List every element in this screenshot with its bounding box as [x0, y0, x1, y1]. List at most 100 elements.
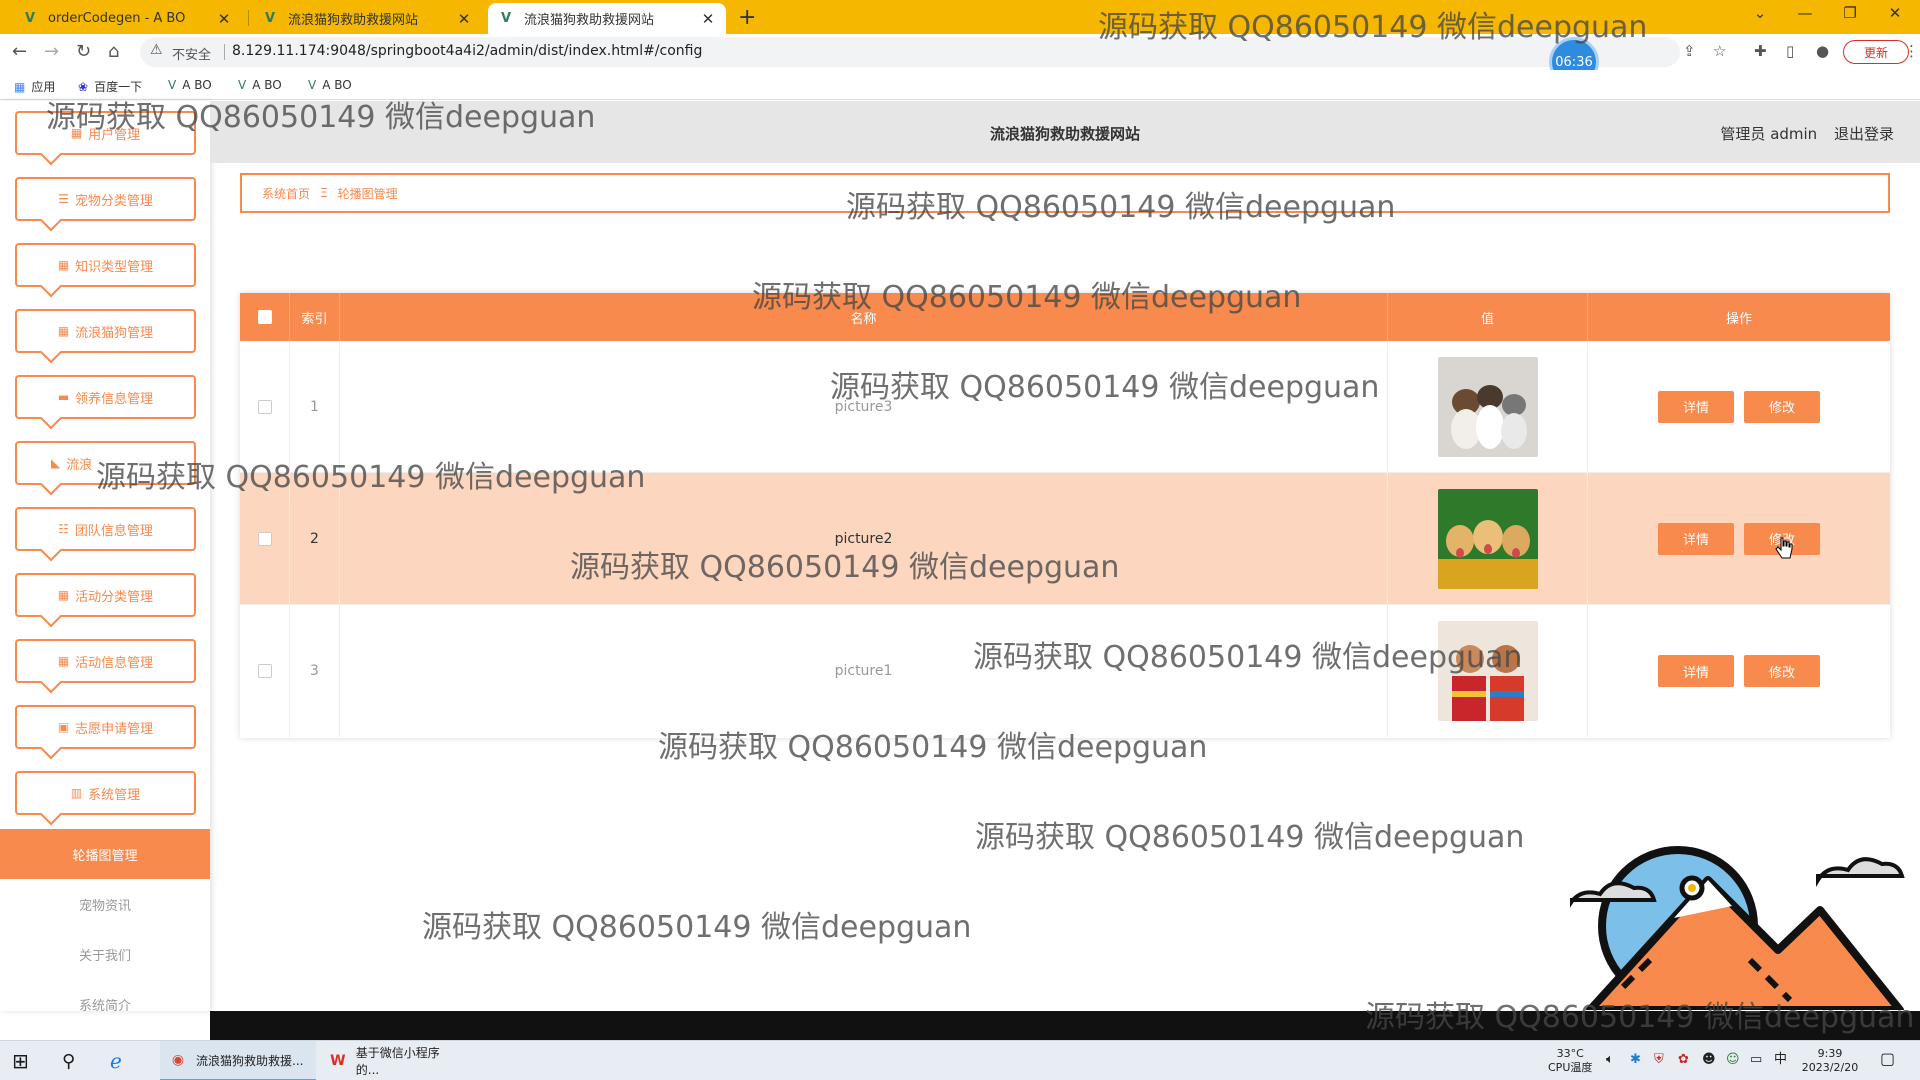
table-row: 1 picture3 详情 修改	[240, 341, 1890, 473]
wechat-icon[interactable]: ☺	[1726, 1053, 1740, 1067]
apps-grid-icon: ▦	[14, 79, 26, 94]
extensions-icon[interactable]: ✚	[1754, 42, 1767, 60]
cpu-temperature: 33°C CPU温度	[1548, 1047, 1592, 1075]
search-icon[interactable]: ⚲	[62, 1041, 75, 1080]
side-panel-icon[interactable]: ▯	[1786, 42, 1794, 60]
submenu-system-intro[interactable]: 系统简介	[0, 979, 210, 1029]
url-text[interactable]: 8.129.11.174:9048/springboot4a4i2/admin/…	[232, 43, 702, 59]
bookmark-baidu[interactable]: ❀ 百度一下	[78, 78, 142, 95]
reload-icon[interactable]: ↻	[76, 41, 91, 62]
menu-stray[interactable]: ◣ 流浪	[15, 441, 196, 485]
menu-pet-category[interactable]: ☰ 宠物分类管理	[15, 177, 196, 221]
network-icon[interactable]: ▭	[1750, 1053, 1762, 1067]
grid-icon: ▦	[57, 258, 70, 272]
bookmark-label: A BO	[182, 78, 212, 92]
edit-button[interactable]: 修改	[1744, 390, 1820, 423]
logout-link[interactable]: 退出登录	[1834, 125, 1894, 143]
security-shield-icon[interactable]: ⛨	[1654, 1053, 1664, 1067]
volume-icon[interactable]: 🔈︎	[1606, 1053, 1614, 1067]
new-tab-button[interactable]: +	[738, 5, 756, 30]
menu-activity-category[interactable]: ▦ 活动分类管理	[15, 573, 196, 617]
url-bar[interactable]: ⚠ 不安全 8.129.11.174:9048/springboot4a4i2/…	[140, 37, 1680, 67]
notification-icon[interactable]: ▢	[1880, 1051, 1895, 1067]
menu-system-management[interactable]: ▥ 系统管理	[15, 771, 196, 815]
close-icon[interactable]: ✕	[216, 10, 232, 28]
clock-date: 2023/2/20	[1801, 1061, 1859, 1074]
home-icon[interactable]: ⌂	[108, 41, 119, 62]
windows-start-icon[interactable]: ⊞	[12, 1041, 29, 1080]
breadcrumb-separator-icon: Ξ	[320, 186, 328, 200]
vue-logo-icon: V	[264, 11, 276, 26]
detail-label: 详情	[1682, 533, 1709, 548]
restore-button[interactable]: ❐	[1830, 4, 1870, 22]
submenu-about-us[interactable]: 关于我们	[0, 929, 210, 979]
submenu-carousel-management[interactable]: 轮播图管理	[0, 829, 210, 879]
close-icon[interactable]: ✕	[456, 10, 472, 28]
menu-user-management[interactable]: ▦ 用户管理	[15, 111, 196, 155]
taskbar-app-chrome[interactable]: ◉ 流浪猫狗救助救援...	[160, 1041, 316, 1080]
detail-button[interactable]: 详情	[1658, 522, 1734, 555]
select-all-checkbox[interactable]	[257, 310, 272, 324]
tab-search-icon[interactable]: ⌄	[1740, 4, 1780, 22]
submenu-label: 系统简介	[78, 998, 131, 1014]
taskbar-app-wps[interactable]: W 基于微信小程序的...	[320, 1041, 470, 1080]
carousel-table: 索引 名称 值 操作 1 picture3 详情 修改 2 picture2 详…	[240, 293, 1890, 738]
breadcrumb-home[interactable]: 系统首页	[262, 185, 310, 202]
forward-icon[interactable]: →	[44, 41, 59, 62]
breadcrumb: 系统首页 Ξ 轮播图管理	[240, 173, 1890, 213]
profile-icon[interactable]: ●	[1816, 42, 1829, 60]
bookmark-apps[interactable]: ▦ 应用	[14, 78, 55, 95]
browser-tab-active[interactable]: V 流浪猫狗救助救援网站 ✕	[488, 3, 726, 34]
bookmark-label: 应用	[31, 80, 56, 94]
sidebar: ▦ 用户管理 ☰ 宠物分类管理 ▦ 知识类型管理 ▦ 流浪猫狗管理 ▬ 领养信息管理 ◣ 流…	[0, 101, 210, 1014]
bluetooth-icon[interactable]: ✱	[1630, 1053, 1641, 1067]
tray-app-icon[interactable]: ✿	[1678, 1053, 1689, 1067]
share-icon[interactable]: ⇪	[1683, 42, 1696, 60]
menu-team-info[interactable]: ☷ 团队信息管理	[15, 507, 196, 551]
row-checkbox[interactable]	[257, 664, 272, 678]
watermark-text: 源码获取 QQ86050149 微信deepguan	[422, 910, 972, 945]
internet-explorer-icon[interactable]: ℯ	[110, 1041, 122, 1080]
row-name: picture1	[340, 605, 1388, 737]
warning-icon: ⚠	[150, 42, 163, 58]
edit-label: 修改	[1768, 665, 1795, 681]
taskbar-clock[interactable]: 9:39 2023/2/20	[1798, 1047, 1862, 1075]
bookmark-star-icon[interactable]: ☆	[1713, 42, 1726, 60]
menu-stray-animals[interactable]: ▦ 流浪猫狗管理	[15, 309, 196, 353]
row-checkbox[interactable]	[257, 531, 272, 546]
bookmark-abo[interactable]: V A BO	[308, 78, 352, 92]
submenu-label: 轮播图管理	[72, 848, 138, 864]
tab-title: 流浪猫狗救助救援网站	[288, 13, 419, 28]
carousel-thumbnail-image	[1437, 621, 1538, 721]
submenu-pet-news[interactable]: 宠物资讯	[0, 879, 210, 929]
menu-adoption-info[interactable]: ▬ 领养信息管理	[15, 375, 196, 419]
table-row-highlighted: 2 picture2 详情 修改	[240, 473, 1890, 605]
ime-indicator[interactable]: 中	[1774, 1053, 1787, 1067]
grid-icon: ▦	[57, 654, 70, 668]
column-header-value: 值	[1388, 293, 1588, 341]
back-icon[interactable]: ←	[12, 41, 27, 62]
window-close-button[interactable]: ✕	[1875, 4, 1915, 22]
detail-button[interactable]: 详情	[1658, 390, 1734, 423]
close-icon[interactable]: ✕	[700, 10, 716, 28]
bookmark-abo[interactable]: V A BO	[168, 78, 212, 92]
browser-tab[interactable]: V 流浪猫狗救助救援网站 ✕	[252, 3, 482, 34]
browser-tab[interactable]: V orderCodegen - A BO ✕	[12, 3, 242, 34]
qq-icon[interactable]: ☻	[1702, 1053, 1716, 1067]
update-button[interactable]: 更新	[1843, 40, 1909, 64]
menu-volunteer-application[interactable]: ▣ 志愿申请管理	[15, 705, 196, 749]
menu-activity-info[interactable]: ▦ 活动信息管理	[15, 639, 196, 683]
menu-knowledge-type[interactable]: ▦ 知识类型管理	[15, 243, 196, 287]
minimize-button[interactable]: —	[1785, 4, 1825, 22]
watermark-text: 源码获取 QQ86050149 微信deepguan	[975, 820, 1525, 855]
row-checkbox[interactable]	[257, 399, 272, 414]
menu-label: 流浪	[66, 457, 93, 473]
bookmark-abo[interactable]: V A BO	[238, 78, 282, 92]
detail-button[interactable]: 详情	[1658, 655, 1734, 687]
edit-button[interactable]: 修改	[1744, 655, 1820, 687]
hand-cursor-icon	[1775, 537, 1793, 559]
grid-icon: ▦	[57, 324, 70, 338]
security-label: 不安全	[172, 48, 212, 63]
vue-logo-icon: V	[238, 78, 247, 92]
vue-logo-icon: V	[24, 11, 36, 26]
